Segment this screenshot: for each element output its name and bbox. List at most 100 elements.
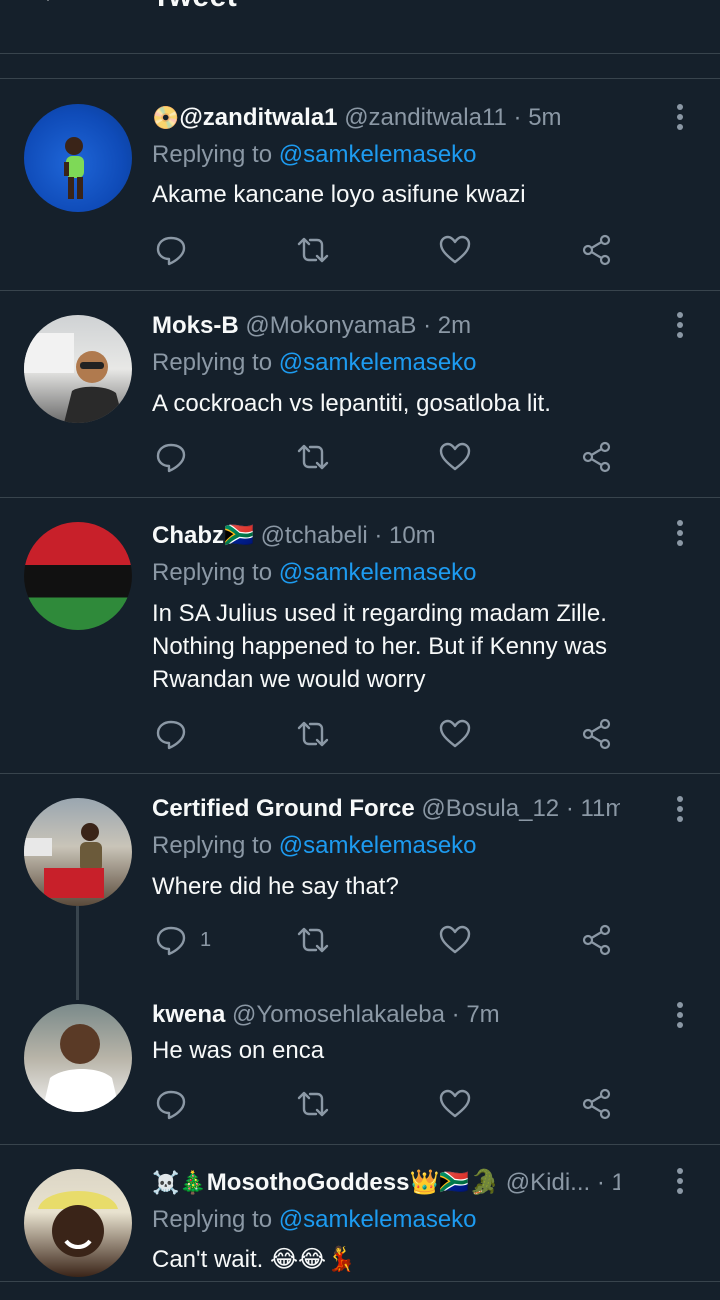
tweet-header: ☠️🎄MosothoGoddess👑🇿🇦🐊 @Kidi... · 1m [152, 1168, 620, 1198]
heart-icon [439, 925, 471, 954]
tweet-header: kwena @Yomosehlakaleba · 7m [152, 1000, 620, 1030]
handle[interactable]: @Bosula_12 [421, 795, 559, 822]
share-icon [582, 924, 611, 956]
like-button[interactable] [438, 439, 472, 475]
arrow-left-icon[interactable] [34, 0, 64, 8]
reply-button[interactable] [154, 1086, 200, 1122]
replying-to-link[interactable]: @samkelemaseko [279, 141, 477, 168]
tweet-actions [152, 1086, 632, 1122]
more-vertical-icon[interactable] [668, 102, 692, 132]
tweet-reply[interactable]: 📀@zanditwala1 @zanditwala11 · 5m Replyin… [0, 80, 720, 290]
more-vertical-icon[interactable] [668, 518, 692, 548]
retweet-button[interactable] [296, 1086, 330, 1122]
avatar[interactable] [24, 798, 132, 906]
tweet-reply[interactable]: ☠️🎄MosothoGoddess👑🇿🇦🐊 @Kidi... · 1m Repl… [0, 1145, 720, 1285]
tweet-reply[interactable]: kwena @Yomosehlakaleba · 7m He was on en… [0, 984, 720, 1144]
replying-to: Replying to @samkelemaseko [152, 348, 477, 378]
display-name[interactable]: Certified Ground Force [152, 795, 415, 822]
share-icon [582, 234, 611, 266]
avatar[interactable] [24, 1004, 132, 1112]
avatar[interactable] [24, 522, 132, 630]
replying-to-link[interactable]: @samkelemaseko [279, 349, 477, 376]
display-name[interactable]: Moks-B [152, 312, 239, 339]
tweet-header: 📀@zanditwala1 @zanditwala11 · 5m [152, 103, 620, 133]
heart-icon [439, 1089, 471, 1118]
replying-to-label: Replying to [152, 141, 273, 168]
retweet-button[interactable] [296, 232, 330, 268]
avatar[interactable] [24, 315, 132, 423]
retweet-button[interactable] [296, 922, 330, 958]
timestamp[interactable]: · 10m [374, 522, 435, 549]
reply-button[interactable]: 1 [154, 922, 211, 958]
tweet-actions [152, 232, 632, 268]
like-button[interactable] [438, 232, 472, 268]
replying-to: Replying to @samkelemaseko [152, 831, 477, 861]
retweet-button[interactable] [296, 716, 330, 752]
replying-to-label: Replying to [152, 832, 273, 859]
tweet-header: Certified Ground Force @Bosula_12 · 11m [152, 794, 620, 824]
like-button[interactable] [438, 716, 472, 752]
emoji-prefix: ☠️🎄 [152, 1170, 207, 1195]
timestamp[interactable]: · 7m [452, 1001, 500, 1028]
like-button[interactable] [438, 922, 472, 958]
page-title: Tweet [152, 0, 237, 14]
retweet-icon [297, 1091, 329, 1117]
handle[interactable]: @MokonyamaB [245, 312, 416, 339]
share-icon [582, 718, 611, 750]
tweet-text: A cockroach vs lepantiti, gosatloba lit. [152, 390, 551, 417]
tweet-header: Chabz🇿🇦 @tchabeli · 10m [152, 521, 620, 551]
tweet-actions: 1 [152, 922, 632, 958]
retweet-icon [297, 237, 329, 263]
more-vertical-icon[interactable] [668, 1000, 692, 1030]
reply-button[interactable] [154, 716, 200, 752]
reply-icon [156, 1090, 186, 1120]
more-vertical-icon[interactable] [668, 310, 692, 340]
timestamp[interactable]: · 5m [514, 104, 562, 131]
share-button[interactable] [580, 439, 614, 475]
handle[interactable]: @zanditwala11 [344, 104, 507, 131]
more-vertical-icon[interactable] [668, 794, 692, 824]
share-button[interactable] [580, 1086, 614, 1122]
retweet-button[interactable] [296, 439, 330, 475]
tweet-text: Akame kancane loyo asifune kwazi [152, 181, 526, 208]
display-name[interactable]: MosothoGoddess👑🇿🇦🐊 [207, 1169, 499, 1196]
replying-to: Replying to @samkelemaseko [152, 1205, 477, 1235]
share-button[interactable] [580, 922, 614, 958]
display-name[interactable]: @zanditwala1 [179, 104, 337, 131]
reply-icon [156, 443, 186, 473]
replying-to-link[interactable]: @samkelemaseko [279, 832, 477, 859]
more-vertical-icon[interactable] [668, 1166, 692, 1196]
avatar[interactable] [24, 104, 132, 212]
share-button[interactable] [580, 716, 614, 752]
replying-to: Replying to @samkelemaseko [152, 558, 477, 588]
handle[interactable]: @Kidi... [506, 1169, 590, 1196]
display-name[interactable]: kwena [152, 1001, 225, 1028]
handle[interactable]: @Yomosehlakaleba [232, 1001, 445, 1028]
tweet-reply[interactable]: Certified Ground Force @Bosula_12 · 11m … [0, 774, 720, 984]
avatar[interactable] [24, 1169, 132, 1277]
tweet-text: Can't wait. 😂😂💃 [152, 1246, 356, 1273]
replying-to-link[interactable]: @samkelemaseko [279, 559, 477, 586]
like-button[interactable] [438, 1086, 472, 1122]
share-button[interactable] [580, 232, 614, 268]
tweet-text-line: In SA Julius used it regarding madam Zil… [152, 600, 607, 627]
timestamp[interactable]: · 2m [423, 312, 471, 339]
share-icon [582, 1088, 611, 1120]
top-bar: Tweet [0, 0, 720, 54]
tweet-actions [152, 716, 632, 752]
timestamp[interactable]: · 11m [566, 795, 620, 822]
handle[interactable]: @tchabeli [261, 522, 368, 549]
reply-icon [156, 720, 186, 750]
display-name[interactable]: Chabz🇿🇦 [152, 522, 254, 549]
timestamp[interactable]: · 1m [597, 1169, 620, 1196]
replying-to-link[interactable]: @samkelemaseko [279, 1206, 477, 1233]
tweet-reply[interactable]: Chabz🇿🇦 @tchabeli · 10m Replying to @sam… [0, 498, 720, 773]
reply-icon [156, 236, 186, 266]
reply-button[interactable] [154, 439, 200, 475]
reply-button[interactable] [154, 232, 200, 268]
heart-icon [439, 719, 471, 748]
tweet-text: Where did he say that? [152, 873, 399, 900]
tweet-header: Moks-B @MokonyamaB · 2m [152, 311, 620, 341]
tweet-reply[interactable]: Moks-B @MokonyamaB · 2m Replying to @sam… [0, 291, 720, 497]
tweet-text-line: Rwandan we would worry [152, 666, 426, 693]
